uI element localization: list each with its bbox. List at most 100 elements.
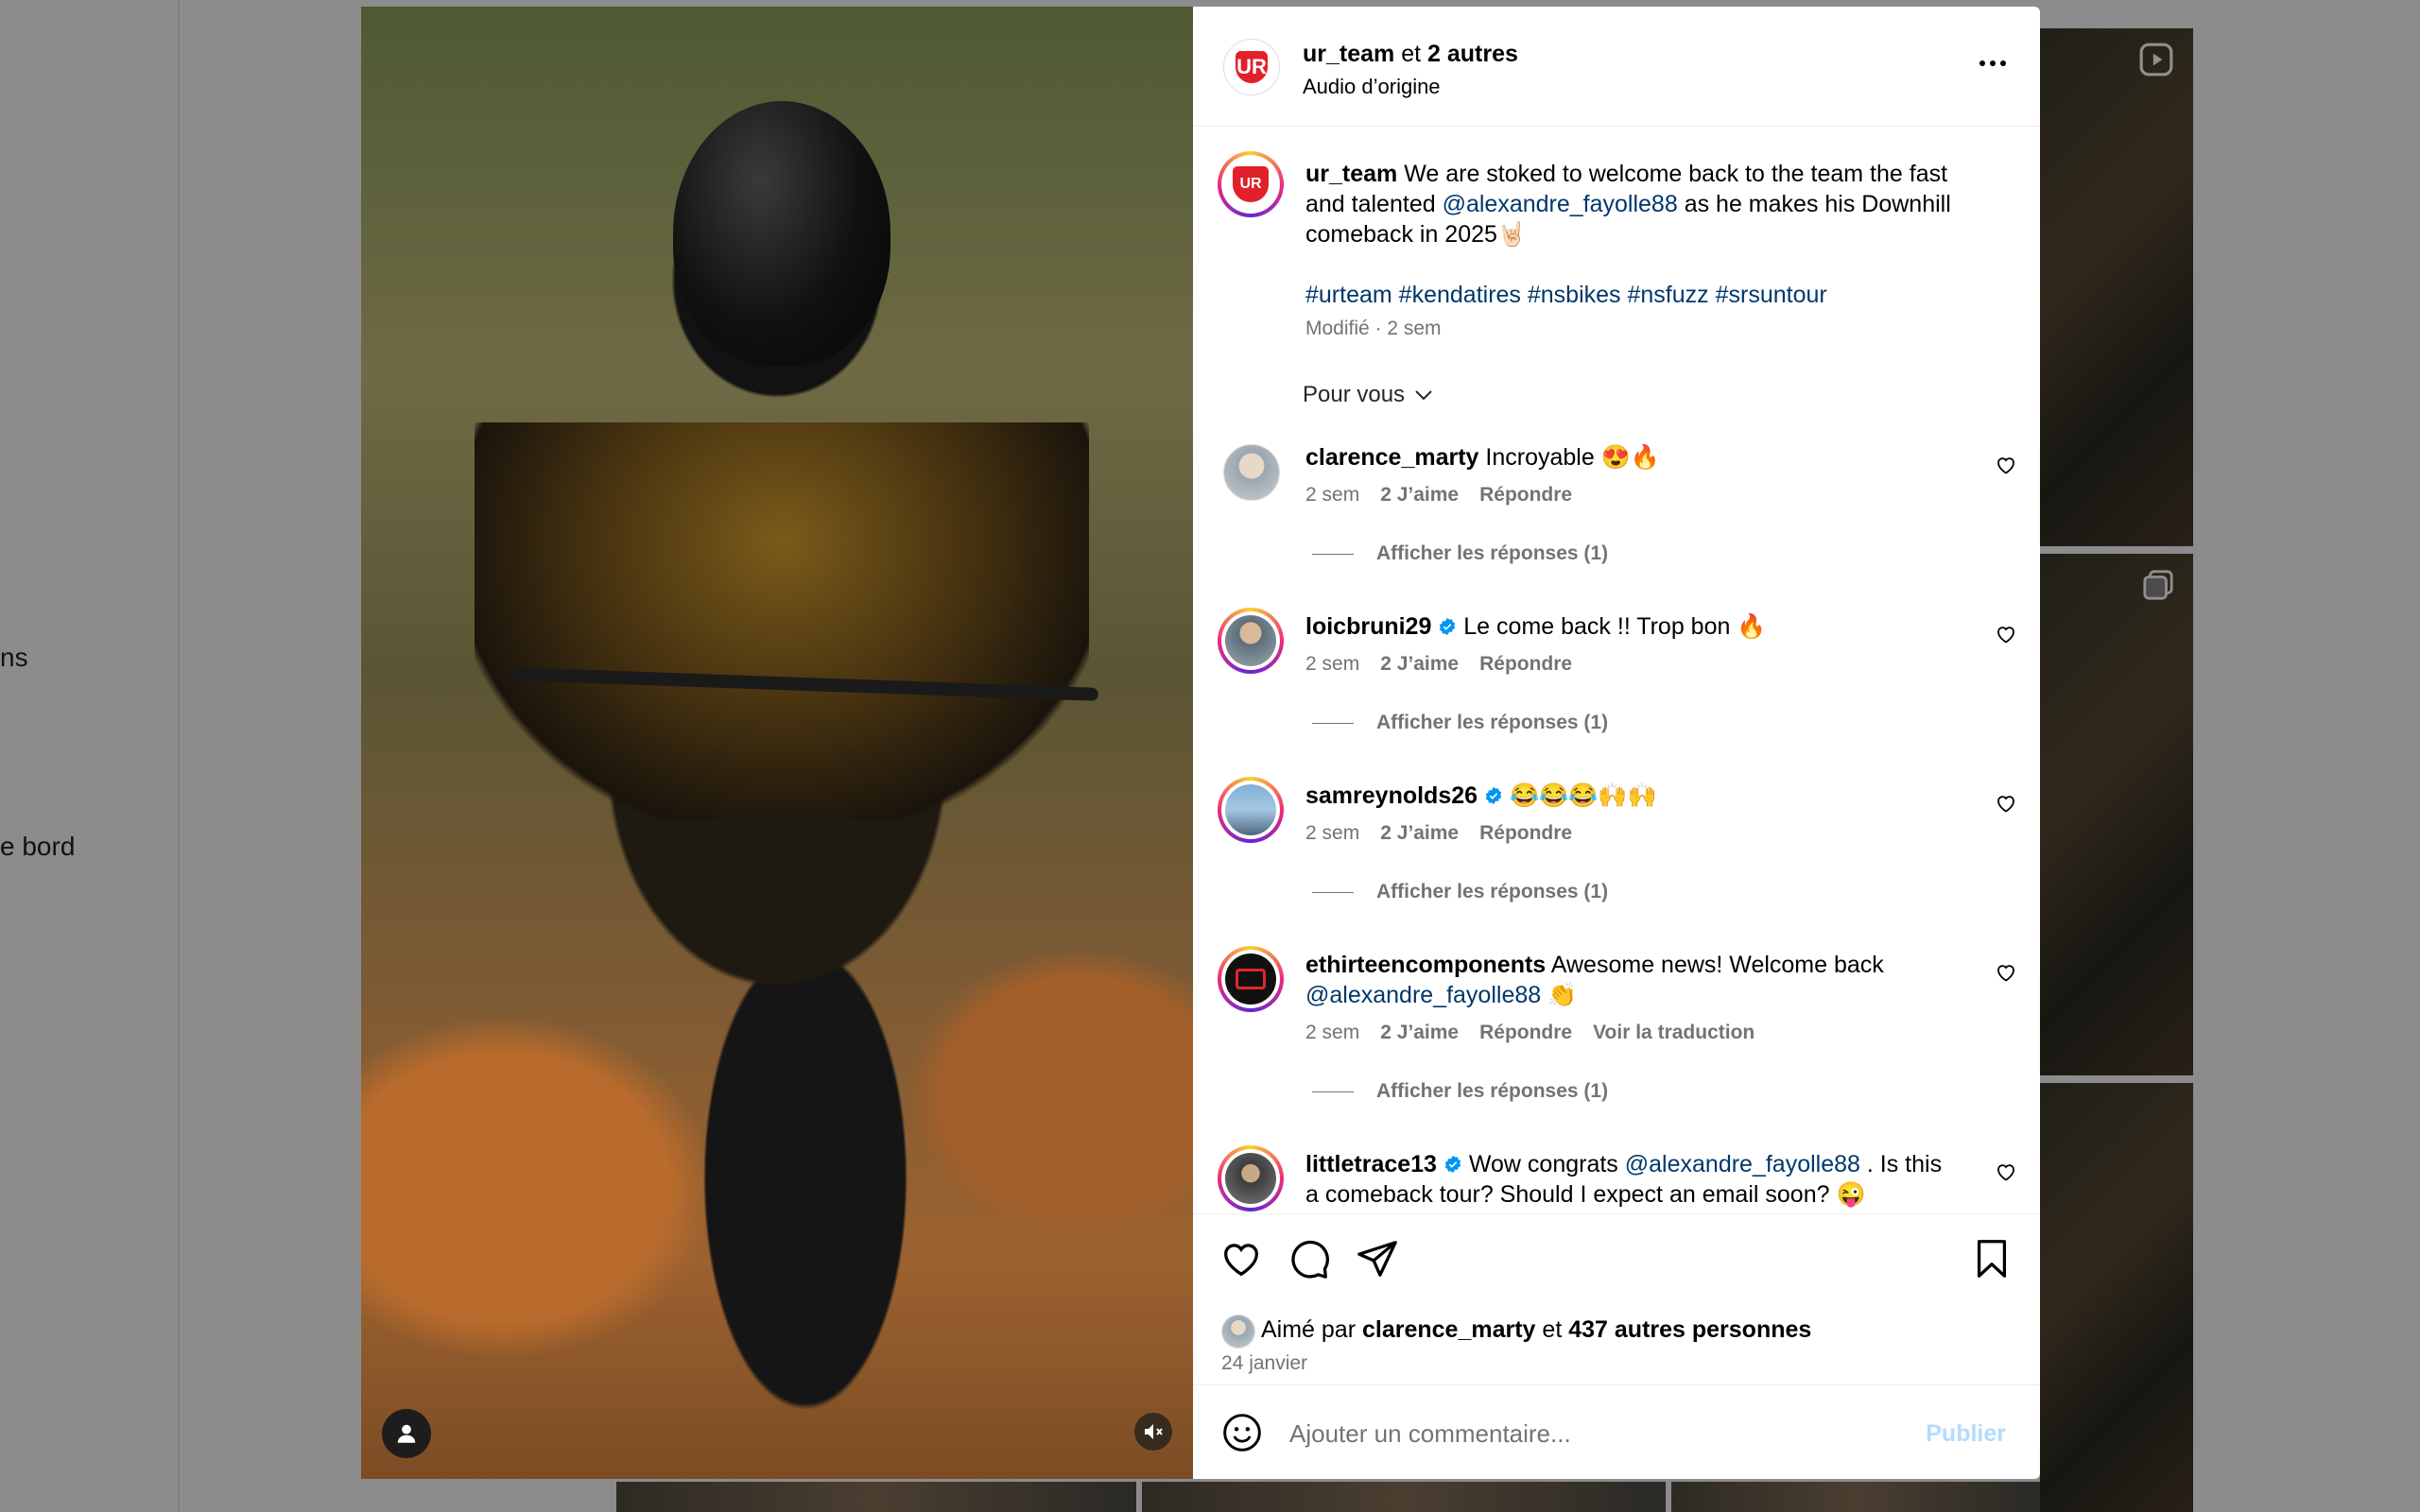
commenter-avatar[interactable] bbox=[1218, 1145, 1284, 1211]
comment-body: Le come back !! Trop bon 🔥 bbox=[1463, 613, 1767, 640]
caption-mention[interactable]: @alexandre_fayolle88 bbox=[1443, 191, 1678, 217]
verified-icon bbox=[1485, 786, 1502, 805]
comment-reply-button[interactable]: Répondre bbox=[1479, 484, 1572, 507]
view-replies-label: Afficher les réponses (1) bbox=[1376, 1080, 1609, 1102]
post-caption: ur_team We are stoked to welcome back to… bbox=[1305, 159, 1986, 310]
view-replies-label: Afficher les réponses (1) bbox=[1376, 712, 1609, 733]
comment-mention[interactable]: @alexandre_fayolle88 bbox=[1625, 1151, 1860, 1177]
comment-username[interactable]: loicbruni29 bbox=[1305, 613, 1431, 640]
comment-username[interactable]: littletrace13 bbox=[1305, 1151, 1437, 1177]
view-replies-button[interactable]: Afficher les réponses (1) bbox=[1312, 1080, 1608, 1103]
comment-text: samreynolds26 😂😂😂🙌🙌 bbox=[1305, 781, 1948, 811]
comment-icon[interactable] bbox=[1288, 1237, 1331, 1280]
post-date[interactable]: 24 janvier bbox=[1221, 1352, 1307, 1375]
comment-likes[interactable]: 2 J’aime bbox=[1380, 822, 1459, 845]
comment-body: 😂😂😂🙌🙌 bbox=[1509, 782, 1657, 809]
share-icon[interactable] bbox=[1356, 1237, 1399, 1280]
heart-icon[interactable] bbox=[1995, 454, 2017, 476]
liker-avatar[interactable] bbox=[1221, 1314, 1255, 1349]
heart-icon[interactable] bbox=[1995, 623, 2017, 645]
comment-body: Incroyable 😍🔥 bbox=[1485, 444, 1660, 471]
comment-time: 2 sem bbox=[1305, 822, 1360, 844]
comment-body: Wow congrats bbox=[1468, 1151, 1618, 1177]
more-icon-dot bbox=[2000, 60, 2006, 66]
caption-avatar[interactable]: UR bbox=[1218, 151, 1284, 217]
rider-helmet bbox=[673, 101, 890, 366]
commenter-avatar[interactable] bbox=[1223, 444, 1280, 501]
comment-username[interactable]: samreynolds26 bbox=[1305, 782, 1478, 809]
heart-icon[interactable] bbox=[1219, 1237, 1263, 1280]
more-options-button[interactable] bbox=[1974, 52, 2012, 75]
likes-prefix: Aimé par bbox=[1261, 1316, 1357, 1343]
verified-icon bbox=[1440, 617, 1456, 636]
translate-button[interactable]: Voir la traduction bbox=[1593, 1022, 1754, 1044]
audio-link[interactable]: Audio d’origine bbox=[1303, 75, 1441, 99]
grid-thumbnail bbox=[1671, 1482, 2040, 1512]
grid-thumbnail bbox=[2040, 1083, 2193, 1512]
comment-mention[interactable]: @alexandre_fayolle88 bbox=[1305, 982, 1541, 1008]
caption-edited-time: Modifié · 2 sem bbox=[1305, 318, 1442, 339]
comment-reply-button[interactable]: Répondre bbox=[1479, 822, 1572, 845]
view-replies-button[interactable]: Afficher les réponses (1) bbox=[1312, 712, 1608, 734]
comment-input[interactable] bbox=[1288, 1406, 1877, 1461]
post-header: UR ur_team et 2 autres Audio d’origine bbox=[1193, 7, 2040, 127]
hashtag[interactable]: #nsfuzz bbox=[1628, 282, 1709, 308]
post-author-line: ur_team et 2 autres bbox=[1303, 41, 1518, 68]
replies-divider bbox=[1312, 891, 1354, 893]
comment-text: loicbruni29 Le come back !! Trop bon 🔥 bbox=[1305, 611, 1948, 642]
comment-likes[interactable]: 2 J’aime bbox=[1380, 1022, 1459, 1044]
view-replies-button[interactable]: Afficher les réponses (1) bbox=[1312, 881, 1608, 903]
brand-logo bbox=[1235, 969, 1267, 989]
comment-time: 2 sem bbox=[1305, 1022, 1360, 1043]
comments-scroll-area[interactable]: UR ur_team We are stoked to welcome back… bbox=[1193, 127, 2040, 1213]
comment-username[interactable]: clarence_marty bbox=[1305, 444, 1478, 471]
comment-sort-dropdown[interactable]: Pour vous bbox=[1303, 382, 1433, 408]
more-icon bbox=[1979, 60, 1985, 66]
heart-icon[interactable] bbox=[1995, 961, 2017, 984]
grid-thumbnail bbox=[1142, 1482, 1666, 1512]
background-nav-item: ns bbox=[0, 643, 28, 672]
brand-logo: UR bbox=[1235, 50, 1269, 84]
view-replies-label: Afficher les réponses (1) bbox=[1376, 881, 1609, 902]
more-icon-dot bbox=[1990, 60, 1996, 66]
publish-button[interactable]: Publier bbox=[1920, 1419, 2012, 1449]
comment-body: Awesome news! Welcome back bbox=[1550, 952, 1884, 978]
comment-reply-button[interactable]: Répondre bbox=[1479, 1022, 1572, 1044]
author-username[interactable]: ur_team bbox=[1303, 41, 1394, 67]
hashtag[interactable]: #nsbikes bbox=[1528, 282, 1621, 308]
commenter-avatar[interactable] bbox=[1218, 608, 1284, 674]
comment-likes[interactable]: 2 J’aime bbox=[1380, 653, 1459, 676]
heart-icon[interactable] bbox=[1995, 792, 2017, 815]
heart-icon[interactable] bbox=[1995, 1160, 2017, 1183]
comment-meta: 2 sem 2 J’aime Répondre Voir la traducti… bbox=[1305, 1022, 1754, 1044]
replies-divider bbox=[1312, 553, 1354, 555]
hashtag[interactable]: #srsuntour bbox=[1716, 282, 1827, 308]
hashtag[interactable]: #kendatires bbox=[1399, 282, 1521, 308]
author-avatar[interactable]: UR bbox=[1223, 39, 1280, 95]
mute-button[interactable] bbox=[1134, 1413, 1172, 1451]
view-replies-button[interactable]: Afficher les réponses (1) bbox=[1312, 542, 1608, 565]
likes-joiner: et bbox=[1542, 1316, 1563, 1343]
comment-meta: 2 sem 2 J’aime Répondre bbox=[1305, 653, 1572, 676]
liker-username[interactable]: clarence_marty bbox=[1362, 1316, 1535, 1343]
tagged-users-button[interactable] bbox=[382, 1409, 431, 1458]
post-panel: UR ur_team et 2 autres Audio d’origine U… bbox=[1193, 7, 2040, 1479]
comment-username[interactable]: ethirteencomponents bbox=[1305, 952, 1546, 978]
commenter-avatar[interactable] bbox=[1218, 946, 1284, 1012]
mute-icon bbox=[1145, 1424, 1163, 1439]
coauthors-link[interactable]: 2 autres bbox=[1427, 41, 1518, 67]
reel-icon bbox=[2139, 43, 2173, 77]
emoji-icon[interactable] bbox=[1221, 1412, 1263, 1453]
view-replies-label: Afficher les réponses (1) bbox=[1376, 542, 1609, 564]
comment-likes[interactable]: 2 J’aime bbox=[1380, 484, 1459, 507]
bookmark-icon[interactable] bbox=[1970, 1237, 2014, 1280]
comment-reply-button[interactable]: Répondre bbox=[1479, 653, 1572, 676]
comment-time: 2 sem bbox=[1305, 653, 1360, 675]
hashtag[interactable]: #urteam bbox=[1305, 282, 1392, 308]
comment-sort-label: Pour vous bbox=[1303, 382, 1406, 407]
post-video[interactable] bbox=[361, 7, 1193, 1479]
commenter-avatar[interactable] bbox=[1218, 777, 1284, 843]
user-icon bbox=[397, 1424, 416, 1443]
likes-others-link[interactable]: 437 autres personnes bbox=[1568, 1316, 1811, 1343]
caption-username[interactable]: ur_team bbox=[1305, 161, 1397, 187]
